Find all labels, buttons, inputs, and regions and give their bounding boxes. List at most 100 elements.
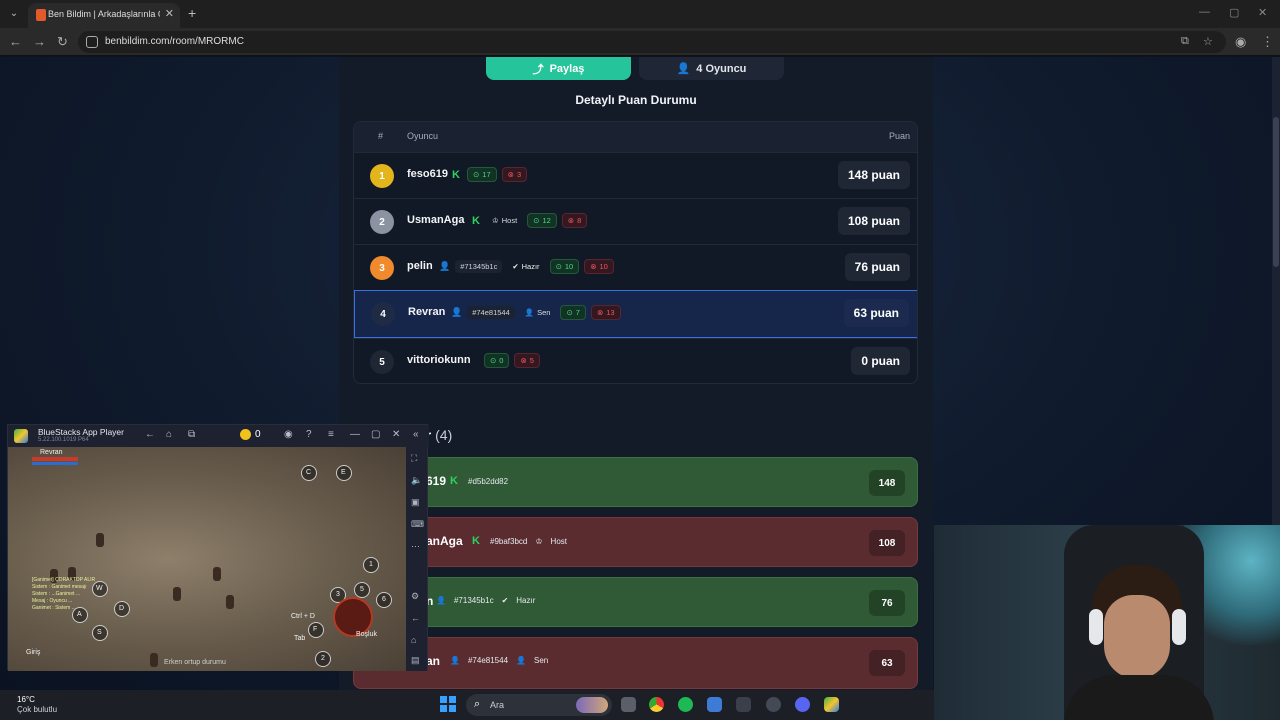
windows-start-icon[interactable] (440, 696, 456, 712)
collapse-sidebar-icon[interactable]: « (413, 429, 419, 440)
correct-count-badge: ⊙ 10 (549, 259, 580, 274)
back-icon[interactable]: ← (9, 34, 22, 49)
headphone-right (1172, 609, 1186, 645)
multi-instance-icon[interactable]: ⧉ (188, 429, 195, 440)
coins-display[interactable]: 0 (240, 429, 261, 440)
taskbar-search[interactable]: ⌕ Ara (466, 694, 612, 716)
rank-badge: 4 (371, 302, 395, 326)
guest-person-icon: 👤 (451, 307, 463, 317)
close-window-icon[interactable]: ✕ (1258, 6, 1267, 19)
site-info-icon[interactable] (86, 36, 98, 48)
correct-count-badge: ⊙ 12 (527, 213, 557, 228)
maximize-icon[interactable]: ▢ (371, 429, 380, 440)
obs-icon[interactable] (766, 697, 781, 712)
more-icon[interactable]: ⋯ (411, 541, 420, 552)
table-row: 2 UsmanAga K ♔ Host ⊙ 12 ⊗ 8 108 puan (354, 198, 917, 244)
player-card-score: 148 (869, 470, 905, 496)
wrong-count: 8 (577, 216, 582, 225)
player-id-badge: #71345b1c (455, 260, 503, 273)
wrong-count: 3 (516, 170, 522, 179)
skill-slot-6-button[interactable]: 6 (376, 592, 392, 608)
help-icon[interactable]: ? (306, 429, 312, 440)
player-card-name: 619 (426, 474, 447, 488)
back-icon[interactable]: ← (411, 613, 420, 623)
weather-description[interactable]: Çok bulutlu (17, 705, 57, 714)
install-app-icon[interactable]: ⧉ (1181, 35, 1189, 48)
settings-icon[interactable]: ⚙ (411, 591, 419, 602)
terminal-icon[interactable] (736, 697, 751, 712)
key-w-button[interactable]: W (92, 581, 108, 597)
key-a-button[interactable]: A (72, 607, 88, 623)
bluestacks-taskbar-icon[interactable] (824, 697, 839, 712)
ready-check-icon: ✔ (501, 596, 509, 605)
browser-tab[interactable]: Ben Bildim | Arkadaşlarınla Onl ✕ (28, 3, 180, 28)
space-label: Boşluk (356, 631, 378, 638)
account-icon[interactable]: ◉ (284, 429, 293, 440)
share-button[interactable]: ⤴ Paylaş (486, 57, 631, 80)
wrong-count: 13 (606, 308, 615, 317)
close-icon[interactable]: ✕ (392, 429, 400, 440)
key-label: 1 (369, 561, 373, 568)
back-arrow-icon[interactable]: ← (145, 429, 155, 440)
screen-record-icon[interactable]: ▣ (411, 497, 420, 508)
key-f-button[interactable]: F (308, 622, 324, 638)
players-count-button[interactable]: 👤 4 Oyuncu (639, 57, 784, 80)
close-tab-icon[interactable]: ✕ (165, 7, 174, 20)
key-e-button[interactable]: E (336, 465, 352, 481)
player-card[interactable]: 619 K #d5b2dd82 148 (353, 457, 918, 507)
correct-count-badge: ⊙ 0 (484, 353, 510, 368)
player-card[interactable]: an 👤 #74e81544 👤 Sen 63 (353, 637, 918, 689)
skill-slot-2-button[interactable]: 2 (315, 651, 331, 667)
player-card[interactable]: anAga K #9baf3bcd ♔ Host 108 (353, 517, 918, 567)
status-text: Erken ortup durumu (164, 659, 226, 666)
restore-icon[interactable]: ▢ (1229, 6, 1239, 19)
reload-icon[interactable]: ↻ (57, 34, 68, 50)
bluestacks-logo-icon (14, 429, 28, 443)
tab-search-icon[interactable]: ⌄ (6, 6, 22, 22)
app-icon[interactable] (707, 697, 722, 712)
home-icon[interactable]: ⌂ (166, 429, 172, 440)
spotify-icon[interactable] (678, 697, 693, 712)
person-icon: 👤 (676, 63, 691, 75)
discord-icon[interactable] (795, 697, 810, 712)
fullscreen-icon[interactable]: ⛶ (411, 453, 417, 464)
skill-slot-5-button[interactable]: 5 (354, 582, 370, 598)
keyboard-icon[interactable]: ⌨ (411, 519, 424, 530)
player-name: vittoriokunn (407, 354, 471, 366)
menu-icon[interactable]: ≡ (328, 429, 334, 440)
key-label: S (97, 629, 102, 636)
chrome-icon[interactable] (649, 697, 664, 712)
skill-slot-1-button[interactable]: 1 (363, 557, 379, 573)
home-icon[interactable]: ⌂ (411, 635, 416, 645)
wrong-count-badge: ⊗ 3 (501, 167, 528, 182)
correct-count-badge: ⊙ 7 (560, 305, 586, 320)
minimize-icon[interactable]: — (1199, 6, 1210, 18)
player-card-meta: 👤 #74e81544 👤 Sen (450, 656, 548, 665)
bluestacks-window[interactable]: BlueStacks App Player 5.22.100.1019 P64 … (7, 424, 429, 671)
headphone-left (1089, 609, 1103, 645)
game-viewport[interactable]: Revran [Ganimet] ÇORAKTOP ALIR Sistem : … (8, 447, 408, 671)
bluestacks-titlebar[interactable]: BlueStacks App Player 5.22.100.1019 P64 … (8, 425, 429, 447)
scroll-thumb[interactable] (1273, 117, 1279, 267)
address-bar[interactable]: benbildim.com/room/MRORMC ⧉ ☆ (78, 31, 1226, 53)
player-name: Revran (408, 306, 446, 318)
health-bar (32, 457, 78, 461)
player-card-ready: Hazır (516, 596, 536, 605)
player-card[interactable]: n 👤 #71345b1c ✔ Hazır 76 (353, 577, 918, 627)
minimize-icon[interactable]: — (350, 429, 360, 440)
menu-kebab-icon[interactable]: ⋮ (1261, 34, 1274, 50)
guest-person-icon: 👤 (439, 261, 451, 271)
key-s-button[interactable]: S (92, 625, 108, 641)
volume-icon[interactable]: 🔈 (411, 475, 422, 486)
forward-icon[interactable]: → (33, 34, 46, 49)
key-c-button[interactable]: C (301, 465, 317, 481)
rank-badge: 3 (370, 256, 394, 280)
wrong-count-badge: ⊗ 10 (584, 259, 614, 274)
task-view-icon[interactable] (621, 697, 636, 712)
key-d-button[interactable]: D (114, 601, 130, 617)
weather-temperature[interactable]: 16°C (17, 695, 35, 704)
profile-icon[interactable]: ◉ (1235, 34, 1246, 50)
recent-apps-icon[interactable]: ▤ (411, 655, 420, 666)
bookmark-star-icon[interactable]: ☆ (1203, 35, 1213, 48)
new-tab-icon[interactable]: + (188, 5, 196, 21)
